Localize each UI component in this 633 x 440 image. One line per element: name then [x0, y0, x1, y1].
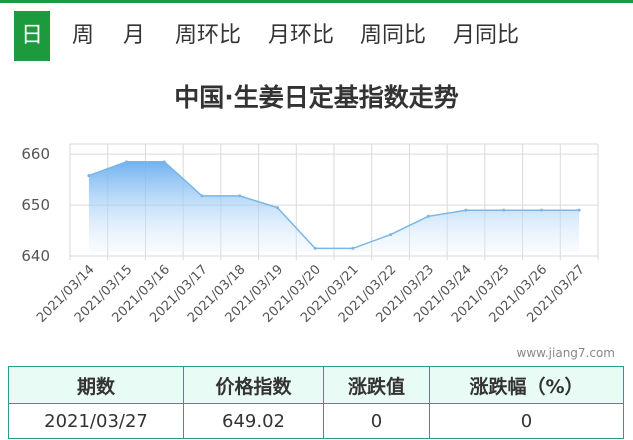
- data-point: [162, 160, 166, 164]
- data-point: [464, 208, 468, 212]
- data-point: [539, 208, 543, 212]
- period-tabbar: 日 周 月 周环比 月环比 周同比 月同比: [0, 3, 633, 65]
- y-tick-label: 650: [21, 196, 50, 214]
- chart-title: 中国·生姜日定基指数走势: [174, 83, 459, 112]
- tab-month-year-over-year[interactable]: 月同比: [453, 11, 519, 61]
- price-index-chart: 640 650 660 2021/03/142021/03/152021/03/16…: [21, 143, 599, 326]
- header-change-percent: 涨跌幅（%）: [429, 366, 624, 404]
- tab-week[interactable]: 周: [72, 11, 94, 61]
- site-watermark: www.jiang7.com: [516, 346, 615, 360]
- header-change-value: 涨跌值: [323, 366, 430, 404]
- y-axis-labels: 640 650 660: [21, 145, 50, 265]
- tab-day[interactable]: 日: [14, 11, 50, 61]
- y-tick-label: 640: [21, 247, 50, 265]
- header-price-index: 价格指数: [183, 366, 324, 404]
- data-point: [87, 174, 91, 178]
- cell-change-percent: 0: [429, 403, 624, 439]
- data-point: [275, 206, 279, 210]
- tab-month[interactable]: 月: [123, 11, 145, 61]
- tab-week-over-week[interactable]: 周环比: [175, 11, 241, 61]
- index-data-table: 期数 价格指数 涨跌值 涨跌幅（%） 2021/03/27 649.02 0 0: [8, 366, 624, 439]
- data-point: [200, 194, 204, 198]
- data-point: [577, 208, 581, 212]
- data-point: [389, 233, 393, 237]
- cell-price-index: 649.02: [183, 403, 324, 439]
- y-tick-label: 660: [21, 145, 50, 163]
- data-point: [238, 194, 242, 198]
- tab-month-over-month[interactable]: 月环比: [268, 11, 334, 61]
- data-point: [502, 208, 506, 212]
- data-point: [426, 214, 430, 218]
- data-point: [125, 160, 129, 164]
- cell-period: 2021/03/27: [8, 403, 184, 439]
- header-period: 期数: [8, 366, 184, 404]
- tab-week-year-over-year[interactable]: 周同比: [360, 11, 426, 61]
- data-point: [351, 246, 355, 250]
- data-point: [313, 246, 317, 250]
- cell-change-value: 0: [323, 403, 430, 439]
- table-row: 2021/03/27 649.02 0 0: [8, 403, 624, 439]
- table-header-row: 期数 价格指数 涨跌值 涨跌幅（%）: [8, 366, 624, 404]
- x-axis-labels: 2021/03/142021/03/152021/03/162021/03/17…: [34, 262, 588, 326]
